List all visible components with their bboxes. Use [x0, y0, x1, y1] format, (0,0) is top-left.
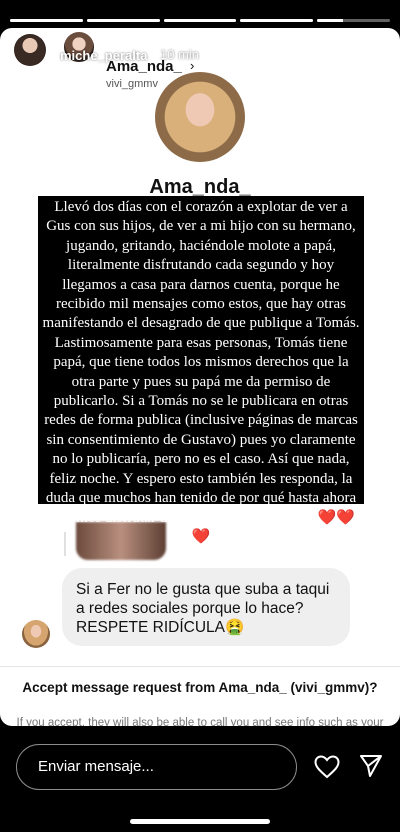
progress-segment [163, 19, 237, 22]
divider [0, 666, 400, 667]
story-avatar[interactable] [14, 34, 46, 66]
message-bubble: Si a Fer no le gusta que suba a taqui a … [62, 568, 350, 646]
story-time: 10 min [160, 47, 200, 62]
more-icon[interactable]: ⋯ [328, 38, 352, 62]
dm-subtitle: vivi_gmmv [106, 78, 158, 90]
progress-segment [317, 19, 390, 22]
progress-segment [86, 19, 160, 22]
progress-segment [240, 19, 314, 22]
story-viewer: Ama_nda_ › vivi_gmmv Ama_nda_ vivi_gmmv … [0, 0, 400, 832]
home-indicator [130, 819, 270, 824]
heart-icon[interactable] [314, 755, 340, 779]
message-input[interactable]: Enviar mensaje... [16, 744, 297, 790]
story-username[interactable]: miche_peralta [60, 48, 147, 63]
close-icon[interactable] [362, 35, 390, 63]
request-title: Accept message request from Ama_nda_ (vi… [22, 680, 378, 695]
sender-avatar [22, 620, 50, 648]
send-icon[interactable] [358, 753, 384, 779]
request-description: If you accept, they will also be able to… [16, 717, 384, 726]
progress-segment [10, 19, 83, 22]
story-progress [10, 19, 390, 22]
profile-picture [155, 72, 245, 162]
thread-line [64, 532, 66, 556]
story-text-overlay: Llevó dos días con el corazón a explotar… [38, 196, 364, 545]
story-header: miche_peralta 10 min ⋯ [0, 30, 400, 72]
